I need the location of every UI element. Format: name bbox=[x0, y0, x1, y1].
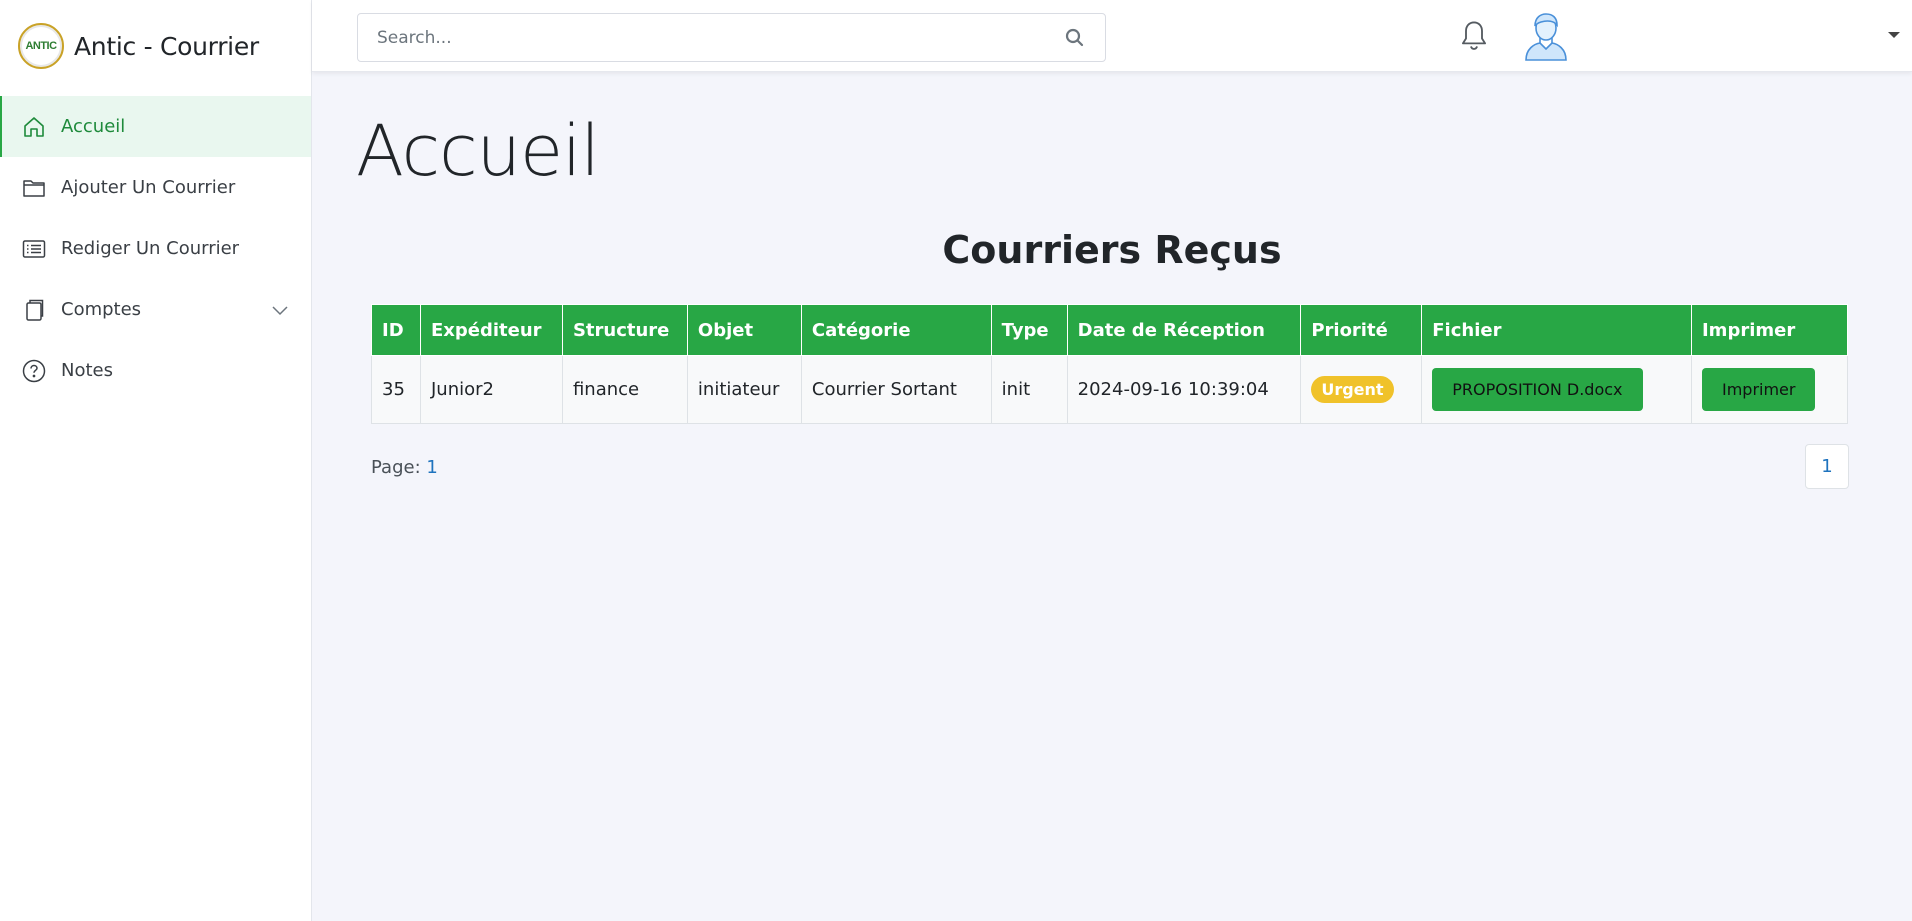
app-title: Antic - Courrier bbox=[74, 31, 259, 61]
home-icon bbox=[21, 114, 47, 140]
page-title: Accueil bbox=[356, 110, 600, 192]
cell-fichier: PROPOSITION D.docx bbox=[1421, 355, 1692, 424]
sidebar-item-label: Rediger Un Courrier bbox=[61, 238, 240, 259]
sidebar-nav: Accueil Ajouter Un Courrier Rediger Un C… bbox=[0, 96, 311, 401]
brand[interactable]: ANTIC Antic - Courrier bbox=[0, 0, 311, 92]
cell-id: 35 bbox=[371, 355, 421, 424]
pagination-page-1[interactable]: 1 bbox=[1805, 444, 1849, 489]
sidebar-item-label: Ajouter Un Courrier bbox=[61, 177, 236, 198]
cell-categorie: Courrier Sortant bbox=[800, 355, 992, 424]
page-indicator-number: 1 bbox=[426, 457, 438, 478]
courriers-table: ID Expéditeur Structure Objet Catégorie … bbox=[371, 304, 1849, 424]
topbar bbox=[312, 0, 1912, 72]
sidebar-item-label: Accueil bbox=[61, 116, 126, 137]
column-header-type[interactable]: Type bbox=[990, 304, 1068, 356]
notifications-button[interactable] bbox=[1457, 0, 1491, 72]
sidebar-item-ajouter-courrier[interactable]: Ajouter Un Courrier bbox=[0, 157, 311, 218]
search-bar bbox=[357, 13, 1106, 62]
search-icon[interactable] bbox=[1063, 26, 1087, 50]
table-row: 35 Junior2 finance initiateur Courrier S… bbox=[371, 355, 1849, 424]
page-indicator-label: Page: bbox=[371, 457, 421, 478]
help-circle-icon bbox=[21, 358, 47, 384]
page-indicator: Page: 1 bbox=[371, 457, 438, 478]
column-header-priorite[interactable]: Priorité bbox=[1300, 304, 1423, 356]
column-header-expediteur[interactable]: Expéditeur bbox=[419, 304, 563, 356]
main-content: Accueil Courriers Reçus ID Expéditeur St… bbox=[312, 72, 1912, 921]
sidebar-item-notes[interactable]: Notes bbox=[0, 340, 311, 401]
cell-priorite: Urgent bbox=[1300, 355, 1423, 424]
cell-date: 2024-09-16 10:39:04 bbox=[1066, 355, 1302, 424]
sidebar: ANTIC Antic - Courrier Accueil Ajouter U… bbox=[0, 0, 312, 921]
folder-icon bbox=[21, 175, 47, 201]
search-input[interactable] bbox=[358, 14, 1038, 61]
column-header-objet[interactable]: Objet bbox=[686, 304, 802, 356]
section-title: Courriers Reçus bbox=[942, 228, 1282, 272]
cell-structure: finance bbox=[561, 355, 688, 424]
cell-objet: initiateur bbox=[686, 355, 802, 424]
caret-down-icon[interactable] bbox=[1887, 30, 1901, 40]
column-header-categorie[interactable]: Catégorie bbox=[800, 304, 992, 356]
column-header-id[interactable]: ID bbox=[371, 304, 421, 356]
cell-imprimer: Imprimer bbox=[1690, 355, 1849, 424]
logo-text: ANTIC bbox=[25, 40, 57, 52]
sidebar-item-accueil[interactable]: Accueil bbox=[0, 96, 311, 157]
chevron-down-icon[interactable] bbox=[271, 301, 289, 319]
file-download-button[interactable]: PROPOSITION D.docx bbox=[1432, 368, 1643, 411]
column-header-structure[interactable]: Structure bbox=[561, 304, 688, 356]
bell-icon bbox=[1462, 21, 1486, 50]
column-header-fichier[interactable]: Fichier bbox=[1421, 304, 1692, 356]
sidebar-item-comptes[interactable]: Comptes bbox=[0, 279, 311, 340]
column-header-date[interactable]: Date de Réception bbox=[1066, 304, 1302, 356]
sidebar-item-label: Comptes bbox=[61, 299, 142, 320]
sidebar-item-rediger-courrier[interactable]: Rediger Un Courrier bbox=[0, 218, 311, 279]
user-avatar[interactable] bbox=[1522, 11, 1570, 61]
cell-type: init bbox=[990, 355, 1068, 424]
table-header-row: ID Expéditeur Structure Objet Catégorie … bbox=[371, 304, 1849, 356]
priority-badge: Urgent bbox=[1311, 376, 1394, 403]
copy-icon bbox=[21, 297, 47, 323]
list-icon bbox=[21, 236, 47, 262]
column-header-imprimer[interactable]: Imprimer bbox=[1690, 304, 1849, 356]
antic-logo: ANTIC bbox=[18, 23, 64, 69]
sidebar-item-label: Notes bbox=[61, 360, 113, 381]
print-button[interactable]: Imprimer bbox=[1701, 368, 1816, 411]
cell-expediteur: Junior2 bbox=[419, 355, 563, 424]
